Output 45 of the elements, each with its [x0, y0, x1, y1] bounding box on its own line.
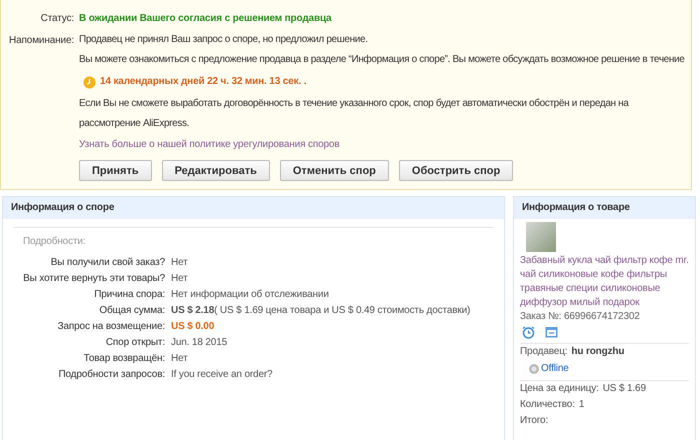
action-button[interactable]: Редактировать	[162, 160, 270, 181]
field-label: Запрос на возмещение:	[56, 320, 165, 334]
field-label: Вы получили свой заказ?	[50, 256, 165, 270]
field-label: Товар возвращён:	[82, 352, 165, 366]
product-link[interactable]: Забавный кукла чай фильтр кофе mr. чай силиконовые кофе фильтры травяные специи силиконовые диффузор милый подарок	[520, 254, 689, 310]
order-number: Заказ №: 66996674172302	[520, 310, 641, 324]
field-label: Спор открыт:	[104, 336, 165, 350]
action-button[interactable]: Отменить спор	[280, 160, 389, 181]
countdown-text: 14 календарных дней 22 ч. 32 мин. 13 сек. .	[100, 75, 306, 89]
policy-link[interactable]: Узнать больше о нашей политике урегулирования споров	[79, 134, 340, 156]
reminder-label: Напоминание:	[8, 34, 75, 48]
reminder-text: Продавец не принял Ваш запрос о споре, но предложил решение.	[79, 33, 369, 47]
field-label: Общая сумма:	[98, 304, 165, 318]
field-label: Вы хотите вернуть эти товары?	[22, 272, 165, 286]
details-heading: Подробности:	[22, 235, 86, 249]
clock-icon	[83, 76, 96, 88]
product-photo-placeholder	[526, 222, 556, 252]
status-label: Статус:	[40, 12, 75, 26]
field-value: Нет	[171, 352, 189, 366]
field-label: Цена за единицу:	[520, 382, 599, 396]
action-button[interactable]: Обострить спор	[398, 160, 514, 181]
calendar-icon[interactable]	[545, 326, 558, 338]
panel-title: Информация о товаре	[514, 197, 695, 219]
field-value: US $ 2.18( US $ 1.69 цена товара и US $ 0.49 стоимость доставки)	[171, 304, 472, 318]
field-value: 1	[578, 398, 584, 412]
field-label: Количество:	[520, 398, 575, 412]
field-label: Итого:	[520, 414, 548, 428]
field-value: Нет	[171, 256, 189, 270]
field-value: Jun. 18 2015	[171, 336, 228, 350]
panel-title: Информация о споре	[3, 197, 504, 219]
field-value: Нет	[171, 272, 189, 286]
field-value: US $ 1.69	[602, 382, 646, 396]
online-status-link[interactable]: Offline	[541, 360, 569, 378]
alarm-clock-icon[interactable]	[522, 326, 535, 339]
field-value: Нет информации об отслеживании	[171, 288, 330, 302]
seller-name: hu rongzhu	[571, 345, 624, 359]
field-label: Причина спора:	[93, 288, 165, 302]
action-button[interactable]: Принять	[79, 160, 152, 181]
seller-label: Продавец:	[520, 345, 568, 359]
field-value: US $ 0.00	[171, 320, 216, 334]
status-value: В ожидании Вашего согласия с решением продавца	[79, 12, 332, 26]
field-label: Подробности запросов:	[57, 368, 165, 382]
reminder-text: Вы можете ознакомиться с предложение продавца в разделе “Информация о споре”. Вы можете обсуждать возможное решение в течение	[79, 53, 686, 67]
reminder-text: Если Вы не сможете выработать договорённость в течение указанного срок, спор будет автоматически обострён и передан на рассмотрение AliExpress.	[79, 97, 630, 131]
field-value: If you receive an order?	[171, 368, 274, 382]
